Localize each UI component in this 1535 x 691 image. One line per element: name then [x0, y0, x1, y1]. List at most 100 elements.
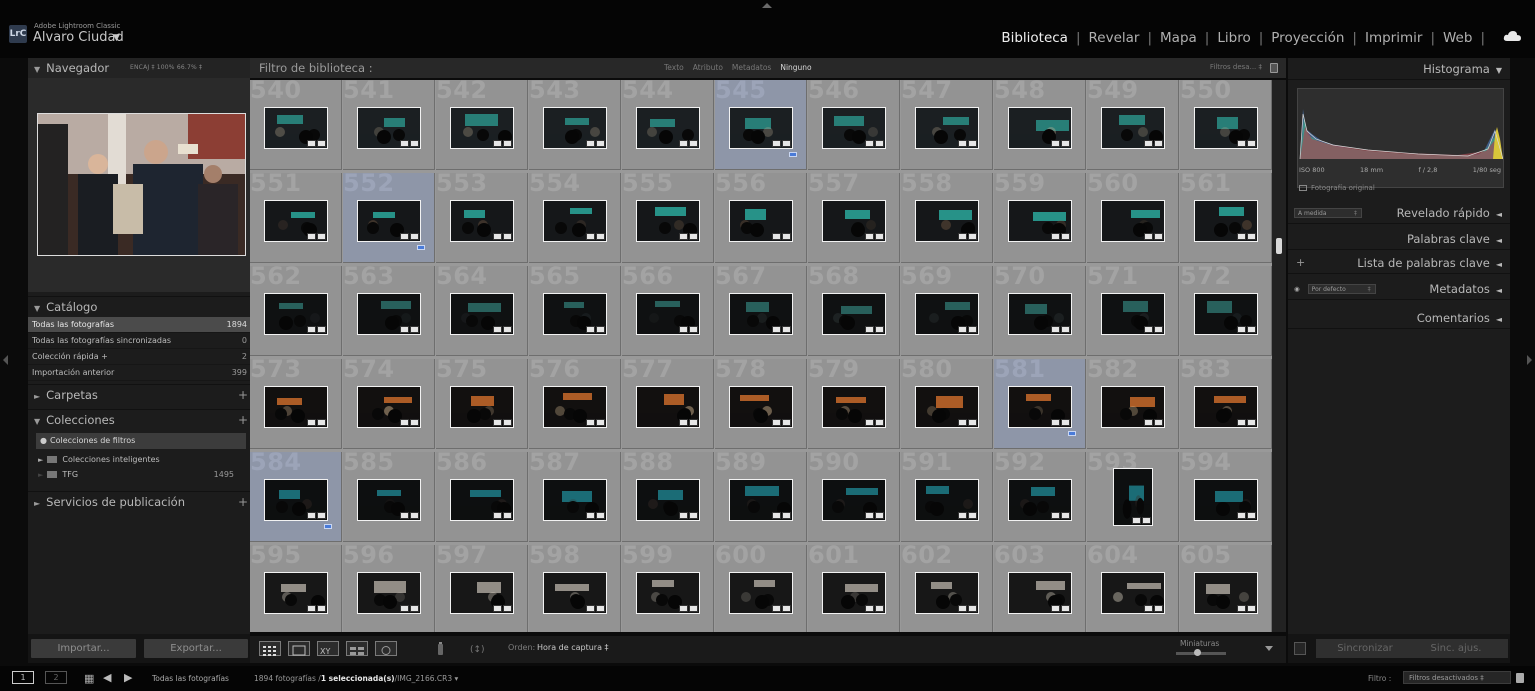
grid-cell[interactable]: 576	[529, 359, 621, 449]
metadata-badge-icon[interactable]	[317, 140, 326, 147]
export-button[interactable]: Exportar...	[144, 639, 248, 658]
grid-cell[interactable]: 577	[622, 359, 714, 449]
grid-cell[interactable]: 598	[529, 545, 621, 632]
grid-cell[interactable]: 555	[622, 173, 714, 263]
add-collection-icon[interactable]: +	[238, 410, 248, 430]
collections-filter[interactable]: ● Colecciones de filtros	[36, 433, 246, 449]
module-revelar[interactable]: Revelar	[1087, 30, 1142, 46]
grid-cell[interactable]: 541	[343, 80, 435, 170]
folders-header[interactable]: ► Carpetas +	[28, 384, 250, 404]
collection-badge-icon[interactable]	[1051, 419, 1060, 426]
grid-cell[interactable]: 546	[808, 80, 900, 170]
grid-cell[interactable]: 586	[436, 452, 528, 542]
grid-cell[interactable]: 558	[901, 173, 993, 263]
metadata-badge-icon[interactable]	[503, 233, 512, 240]
quick-develop-preset[interactable]: A medida ‡	[1294, 208, 1362, 218]
grid-cell[interactable]: 600	[715, 545, 807, 632]
grid-cell[interactable]: 584	[250, 452, 342, 542]
metadata-badge-icon[interactable]	[782, 512, 791, 519]
collection-badge-icon[interactable]	[958, 605, 967, 612]
metadata-badge-icon[interactable]	[689, 419, 698, 426]
metadata-badge-icon[interactable]	[410, 512, 419, 519]
metadata-badge-icon[interactable]	[1154, 140, 1163, 147]
metadata-badge-icon[interactable]	[1247, 605, 1256, 612]
collection-badge-icon[interactable]	[1237, 233, 1246, 240]
metadata-badge-icon[interactable]	[596, 233, 605, 240]
grid-cell[interactable]: 596	[343, 545, 435, 632]
metadata-badge-icon[interactable]	[1061, 512, 1070, 519]
grid-cell[interactable]: 540	[250, 80, 342, 170]
grid-cell[interactable]: 575	[436, 359, 528, 449]
metadata-badge-icon[interactable]	[689, 605, 698, 612]
metadata-badge-icon[interactable]	[596, 605, 605, 612]
collection-badge-icon[interactable]	[586, 233, 595, 240]
keyword-list-header[interactable]: Lista de palabras clave ◄	[1288, 252, 1510, 274]
metadata-badge-icon[interactable]	[689, 512, 698, 519]
grid-cell[interactable]: 543	[529, 80, 621, 170]
filter-tab-metadatos[interactable]: Metadatos	[732, 63, 771, 72]
grid-cell[interactable]: 549	[1087, 80, 1179, 170]
metadata-badge-icon[interactable]	[1247, 140, 1256, 147]
grid-cell[interactable]: 581	[994, 359, 1086, 449]
collection-badge-icon[interactable]	[1051, 605, 1060, 612]
grid-cell[interactable]: 550	[1180, 80, 1272, 170]
metadata-badge-icon[interactable]	[410, 233, 419, 240]
collection-badge-icon[interactable]	[1144, 605, 1153, 612]
metadata-badge-icon[interactable]	[503, 140, 512, 147]
lock-icon[interactable]	[1270, 63, 1278, 73]
metadata-badge-icon[interactable]	[317, 326, 326, 333]
collection-badge-icon[interactable]	[400, 233, 409, 240]
metadata-badge-icon[interactable]	[1247, 326, 1256, 333]
collection-badge-icon[interactable]	[493, 140, 502, 147]
collection-badge-icon[interactable]	[400, 605, 409, 612]
sync-settings-button[interactable]: Sinc. ajus.	[1404, 639, 1508, 658]
metadata-badge-icon[interactable]	[968, 419, 977, 426]
metadata-badge-icon[interactable]	[1142, 517, 1151, 524]
collection-badge-icon[interactable]	[865, 512, 874, 519]
thumbnail-size-knob[interactable]	[1194, 649, 1201, 656]
metadata-badge-icon[interactable]	[875, 140, 884, 147]
import-button[interactable]: Importar...	[31, 639, 136, 658]
metadata-badge-icon[interactable]	[968, 512, 977, 519]
chevron-down-icon[interactable]: ▼	[113, 33, 120, 43]
metadata-badge-icon[interactable]	[968, 605, 977, 612]
catalog-item[interactable]: Importación anterior 399	[28, 365, 250, 381]
collection-badge-icon[interactable]	[1237, 140, 1246, 147]
collection-badge-icon[interactable]	[1144, 326, 1153, 333]
metadata-preset-select[interactable]: Por defecto ‡	[1307, 284, 1376, 294]
filmstrip-source[interactable]: Todas las fotografías	[152, 674, 229, 683]
collection-badge-icon[interactable]	[493, 512, 502, 519]
grid-cell[interactable]: 580	[901, 359, 993, 449]
metadata-badge-icon[interactable]	[782, 419, 791, 426]
collection-badge-icon[interactable]	[772, 605, 781, 612]
collection-badge-icon[interactable]	[400, 419, 409, 426]
eye-icon[interactable]: ◉	[1294, 285, 1300, 293]
metadata-badge-icon[interactable]	[782, 605, 791, 612]
grid-cell[interactable]: 568	[808, 266, 900, 356]
metadata-badge-icon[interactable]	[1061, 419, 1070, 426]
collection-badge-icon[interactable]	[586, 512, 595, 519]
catalog-item[interactable]: Todas las fotografías 1894	[28, 317, 250, 333]
metadata-badge-icon[interactable]	[317, 605, 326, 612]
collection-badge-icon[interactable]	[1132, 517, 1141, 524]
grid-cell[interactable]: 559	[994, 173, 1086, 263]
add-publish-service-icon[interactable]: +	[238, 492, 248, 512]
navigator-zoom-levels[interactable]: ENCAJ ‡ 100% 66.7% ‡	[130, 64, 202, 71]
grid-view-icon[interactable]	[259, 641, 281, 656]
collection-badge-icon[interactable]	[772, 419, 781, 426]
grid-cell[interactable]: 554	[529, 173, 621, 263]
collection-badge-icon[interactable]	[493, 419, 502, 426]
grid-cell[interactable]: 562	[250, 266, 342, 356]
grid-scrollbar[interactable]	[1272, 80, 1286, 632]
loupe-view-icon[interactable]	[288, 641, 310, 656]
collection-badge-icon[interactable]	[865, 140, 874, 147]
thumbnail-size-slider[interactable]	[1176, 652, 1226, 655]
grid-cell[interactable]: 547	[901, 80, 993, 170]
grid-scroll-thumb[interactable]	[1276, 238, 1282, 254]
add-folder-icon[interactable]: +	[238, 385, 248, 405]
lock-icon[interactable]	[1516, 673, 1524, 683]
collection-badge-icon[interactable]	[586, 419, 595, 426]
spray-can-icon[interactable]	[436, 641, 445, 656]
catalog-item[interactable]: Todas las fotografías sincronizadas 0	[28, 333, 250, 349]
metadata-badge-icon[interactable]	[689, 233, 698, 240]
